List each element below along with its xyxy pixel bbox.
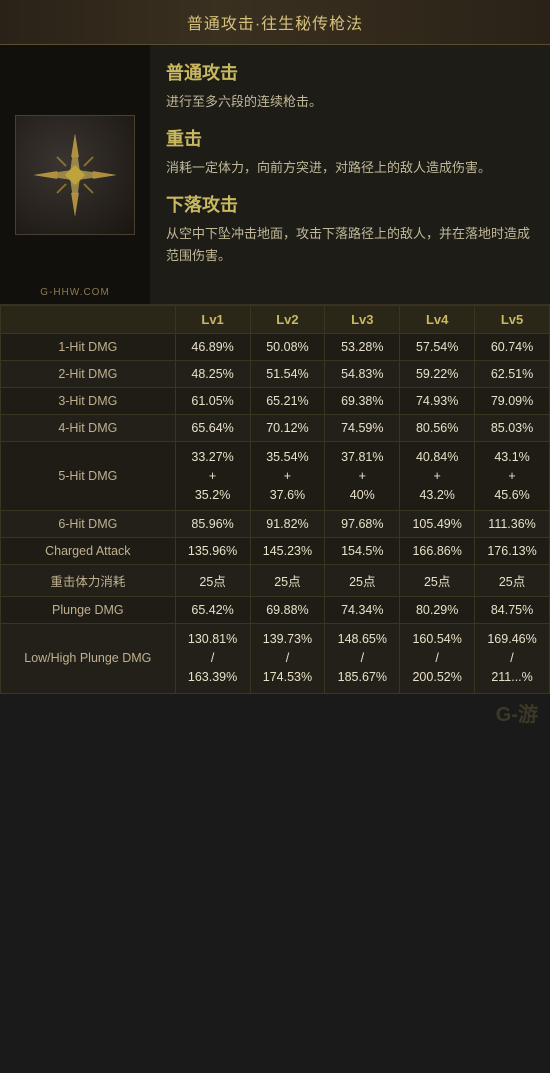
row-label: Charged Attack bbox=[1, 538, 176, 565]
row-label: 6-Hit DMG bbox=[1, 511, 176, 538]
table-row: Plunge DMG65.42%69.88%74.34%80.29%84.75% bbox=[1, 597, 550, 624]
cell-value: 65.21% bbox=[250, 388, 325, 415]
col-header-lv5: Lv5 bbox=[475, 306, 550, 334]
row-label: 1-Hit DMG bbox=[1, 334, 176, 361]
row-label: 3-Hit DMG bbox=[1, 388, 176, 415]
skill-icon-area: G-HHW.COM bbox=[0, 45, 150, 304]
col-header-lv4: Lv4 bbox=[400, 306, 475, 334]
cell-value: 65.42% bbox=[175, 597, 250, 624]
cell-value: 105.49% bbox=[400, 511, 475, 538]
table-row: 5-Hit DMG33.27%+35.2%35.54%+37.6%37.81%+… bbox=[1, 442, 550, 511]
row-label: 重击体力消耗 bbox=[1, 565, 176, 597]
col-header-lv3: Lv3 bbox=[325, 306, 400, 334]
cell-value: 74.93% bbox=[400, 388, 475, 415]
cell-value: 111.36% bbox=[475, 511, 550, 538]
normal-attack-title: 普通攻击 bbox=[166, 59, 536, 85]
stats-table-wrapper: Lv1 Lv2 Lv3 Lv4 Lv5 1-Hit DMG46.89%50.08… bbox=[0, 305, 550, 694]
cell-value: 25点 bbox=[250, 565, 325, 597]
skill-text-area: 普通攻击 进行至多六段的连续枪击。 重击 消耗一定体力，向前方突进，对路径上的敌… bbox=[150, 45, 550, 304]
cell-value: 69.88% bbox=[250, 597, 325, 624]
cell-value: 154.5% bbox=[325, 538, 400, 565]
cell-value: 43.1%+45.6% bbox=[475, 442, 550, 511]
skill-icon bbox=[15, 115, 135, 235]
table-row: Low/High Plunge DMG130.81%/163.39%139.73… bbox=[1, 624, 550, 693]
table-row: 2-Hit DMG48.25%51.54%54.83%59.22%62.51% bbox=[1, 361, 550, 388]
cell-value: 57.54% bbox=[400, 334, 475, 361]
cell-value: 54.83% bbox=[325, 361, 400, 388]
charged-attack-desc: 消耗一定体力，向前方突进，对路径上的敌人造成伤害。 bbox=[166, 157, 536, 179]
skill-info-section: G-HHW.COM 普通攻击 进行至多六段的连续枪击。 重击 消耗一定体力，向前… bbox=[0, 45, 550, 305]
page-title: 普通攻击·往生秘传枪法 bbox=[187, 16, 363, 33]
plunge-attack-title: 下落攻击 bbox=[166, 191, 536, 217]
row-label: 5-Hit DMG bbox=[1, 442, 176, 511]
table-row: 1-Hit DMG46.89%50.08%53.28%57.54%60.74% bbox=[1, 334, 550, 361]
col-header-lv1: Lv1 bbox=[175, 306, 250, 334]
cell-value: 37.81%+40% bbox=[325, 442, 400, 511]
bottom-watermark-text: G-游 bbox=[496, 704, 538, 726]
cell-value: 85.03% bbox=[475, 415, 550, 442]
col-header-lv2: Lv2 bbox=[250, 306, 325, 334]
row-label: 4-Hit DMG bbox=[1, 415, 176, 442]
table-row: 重击体力消耗25点25点25点25点25点 bbox=[1, 565, 550, 597]
plunge-attack-desc: 从空中下坠冲击地面，攻击下落路径上的敌人，并在落地时造成范围伤害。 bbox=[166, 223, 536, 267]
cell-value: 79.09% bbox=[475, 388, 550, 415]
table-row: Charged Attack135.96%145.23%154.5%166.86… bbox=[1, 538, 550, 565]
cell-value: 70.12% bbox=[250, 415, 325, 442]
cell-value: 130.81%/163.39% bbox=[175, 624, 250, 693]
cell-value: 166.86% bbox=[400, 538, 475, 565]
cell-value: 25点 bbox=[175, 565, 250, 597]
cell-value: 25点 bbox=[400, 565, 475, 597]
cell-value: 25点 bbox=[475, 565, 550, 597]
cell-value: 85.96% bbox=[175, 511, 250, 538]
row-label: 2-Hit DMG bbox=[1, 361, 176, 388]
cell-value: 33.27%+35.2% bbox=[175, 442, 250, 511]
cell-value: 51.54% bbox=[250, 361, 325, 388]
col-header-label bbox=[1, 306, 176, 334]
cell-value: 60.74% bbox=[475, 334, 550, 361]
cell-value: 62.51% bbox=[475, 361, 550, 388]
table-header-row: Lv1 Lv2 Lv3 Lv4 Lv5 bbox=[1, 306, 550, 334]
cell-value: 80.56% bbox=[400, 415, 475, 442]
bottom-watermark-area: G-游 bbox=[0, 694, 550, 731]
cell-value: 169.46%/211...% bbox=[475, 624, 550, 693]
cell-value: 139.73%/174.53% bbox=[250, 624, 325, 693]
normal-attack-desc: 进行至多六段的连续枪击。 bbox=[166, 91, 536, 113]
cell-value: 53.28% bbox=[325, 334, 400, 361]
cell-value: 74.59% bbox=[325, 415, 400, 442]
charged-attack-title: 重击 bbox=[166, 125, 536, 151]
watermark-label: G-HHW.COM bbox=[40, 287, 110, 298]
cell-value: 148.65%/185.67% bbox=[325, 624, 400, 693]
cell-value: 48.25% bbox=[175, 361, 250, 388]
cell-value: 65.64% bbox=[175, 415, 250, 442]
row-label: Low/High Plunge DMG bbox=[1, 624, 176, 693]
table-row: 3-Hit DMG61.05%65.21%69.38%74.93%79.09% bbox=[1, 388, 550, 415]
table-row: 4-Hit DMG65.64%70.12%74.59%80.56%85.03% bbox=[1, 415, 550, 442]
weapon-icon bbox=[30, 130, 120, 220]
cell-value: 80.29% bbox=[400, 597, 475, 624]
row-label: Plunge DMG bbox=[1, 597, 176, 624]
cell-value: 59.22% bbox=[400, 361, 475, 388]
cell-value: 160.54%/200.52% bbox=[400, 624, 475, 693]
cell-value: 69.38% bbox=[325, 388, 400, 415]
cell-value: 46.89% bbox=[175, 334, 250, 361]
cell-value: 84.75% bbox=[475, 597, 550, 624]
cell-value: 50.08% bbox=[250, 334, 325, 361]
cell-value: 74.34% bbox=[325, 597, 400, 624]
cell-value: 61.05% bbox=[175, 388, 250, 415]
stats-table: Lv1 Lv2 Lv3 Lv4 Lv5 1-Hit DMG46.89%50.08… bbox=[0, 305, 550, 694]
cell-value: 40.84%+43.2% bbox=[400, 442, 475, 511]
cell-value: 35.54%+37.6% bbox=[250, 442, 325, 511]
cell-value: 135.96% bbox=[175, 538, 250, 565]
cell-value: 91.82% bbox=[250, 511, 325, 538]
cell-value: 25点 bbox=[325, 565, 400, 597]
table-row: 6-Hit DMG85.96%91.82%97.68%105.49%111.36… bbox=[1, 511, 550, 538]
cell-value: 145.23% bbox=[250, 538, 325, 565]
cell-value: 97.68% bbox=[325, 511, 400, 538]
cell-value: 176.13% bbox=[475, 538, 550, 565]
title-bar: 普通攻击·往生秘传枪法 bbox=[0, 0, 550, 45]
